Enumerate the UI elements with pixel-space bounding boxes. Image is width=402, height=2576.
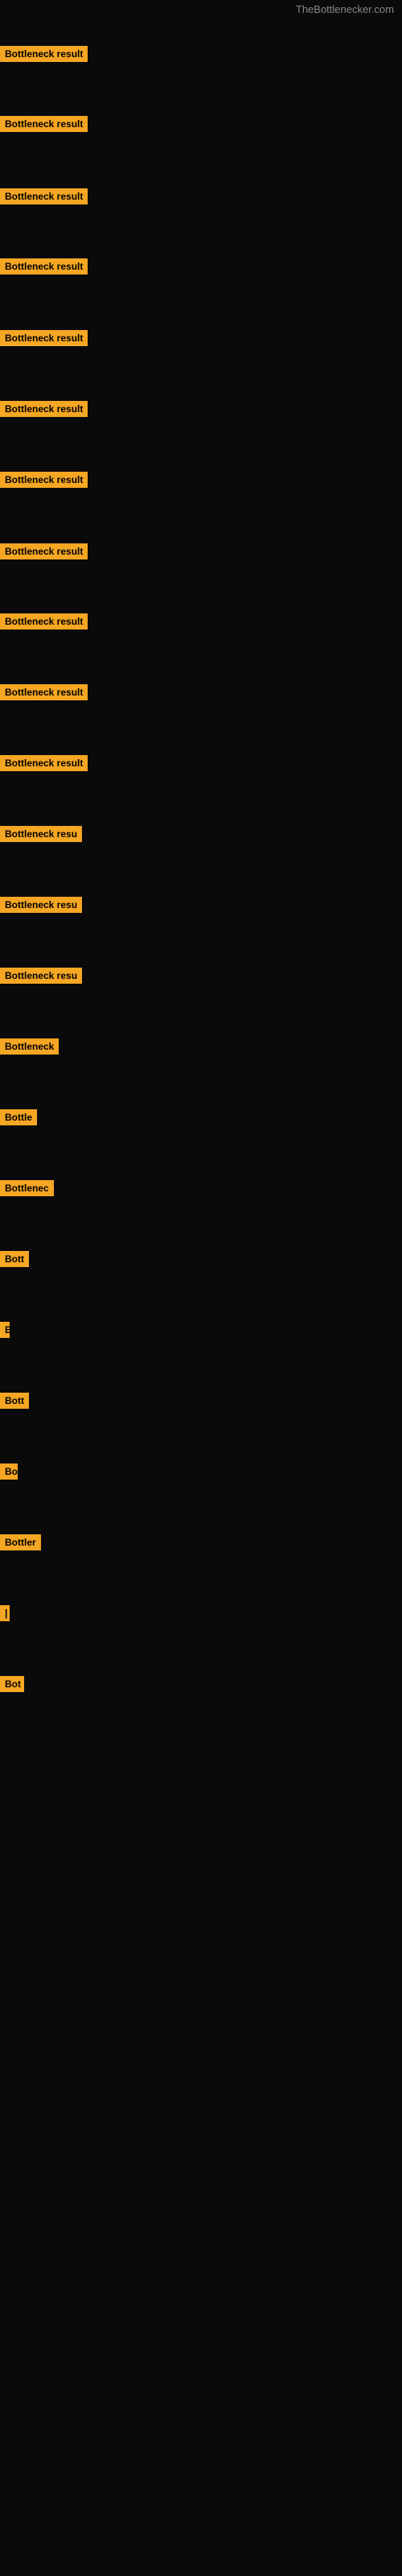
bottleneck-badge-11: Bottleneck result bbox=[0, 755, 88, 771]
bottleneck-badge-18: Bott bbox=[0, 1251, 29, 1267]
bottleneck-row-11: Bottleneck result bbox=[0, 755, 88, 775]
bottleneck-row-1: Bottleneck result bbox=[0, 46, 88, 66]
site-title: TheBottlenecker.com bbox=[0, 0, 402, 19]
bottleneck-row-6: Bottleneck result bbox=[0, 401, 88, 421]
bottleneck-row-18: Bott bbox=[0, 1251, 29, 1271]
bottleneck-row-13: Bottleneck resu bbox=[0, 897, 82, 917]
bottleneck-row-3: Bottleneck result bbox=[0, 188, 88, 208]
bottleneck-badge-21: Bo bbox=[0, 1463, 18, 1480]
bottleneck-row-2: Bottleneck result bbox=[0, 116, 88, 136]
bottleneck-badge-12: Bottleneck resu bbox=[0, 826, 82, 842]
bottleneck-badge-14: Bottleneck resu bbox=[0, 968, 82, 984]
bottleneck-row-14: Bottleneck resu bbox=[0, 968, 82, 988]
bottleneck-badge-22: Bottler bbox=[0, 1534, 41, 1550]
bottleneck-row-7: Bottleneck result bbox=[0, 472, 88, 492]
bottleneck-badge-4: Bottleneck result bbox=[0, 258, 88, 275]
bottleneck-row-5: Bottleneck result bbox=[0, 330, 88, 350]
bottleneck-badge-9: Bottleneck result bbox=[0, 613, 88, 630]
bottleneck-row-9: Bottleneck result bbox=[0, 613, 88, 634]
bottleneck-row-24: Bot bbox=[0, 1676, 24, 1696]
bottleneck-row-21: Bo bbox=[0, 1463, 18, 1484]
bottleneck-row-23: | bbox=[0, 1605, 10, 1625]
bottleneck-row-19: B bbox=[0, 1322, 10, 1342]
bottleneck-badge-19: B bbox=[0, 1322, 10, 1338]
bottleneck-badge-13: Bottleneck resu bbox=[0, 897, 82, 913]
bottleneck-row-4: Bottleneck result bbox=[0, 258, 88, 279]
bottleneck-badge-2: Bottleneck result bbox=[0, 116, 88, 132]
bottleneck-badge-3: Bottleneck result bbox=[0, 188, 88, 204]
bottleneck-row-17: Bottlenec bbox=[0, 1180, 54, 1200]
bottleneck-row-20: Bott bbox=[0, 1393, 29, 1413]
bottleneck-row-22: Bottler bbox=[0, 1534, 41, 1554]
bottleneck-badge-23: | bbox=[0, 1605, 10, 1621]
bottleneck-badge-10: Bottleneck result bbox=[0, 684, 88, 700]
bottleneck-row-8: Bottleneck result bbox=[0, 543, 88, 564]
bottleneck-row-10: Bottleneck result bbox=[0, 684, 88, 704]
bottleneck-row-16: Bottle bbox=[0, 1109, 37, 1129]
bottleneck-badge-7: Bottleneck result bbox=[0, 472, 88, 488]
bottleneck-badge-20: Bott bbox=[0, 1393, 29, 1409]
bottleneck-badge-1: Bottleneck result bbox=[0, 46, 88, 62]
bottleneck-badge-15: Bottleneck bbox=[0, 1038, 59, 1055]
bottleneck-badge-17: Bottlenec bbox=[0, 1180, 54, 1196]
bottleneck-row-12: Bottleneck resu bbox=[0, 826, 82, 846]
bottleneck-badge-8: Bottleneck result bbox=[0, 543, 88, 559]
bottleneck-badge-24: Bot bbox=[0, 1676, 24, 1692]
bottleneck-row-15: Bottleneck bbox=[0, 1038, 59, 1059]
bottleneck-badge-5: Bottleneck result bbox=[0, 330, 88, 346]
bottleneck-badge-16: Bottle bbox=[0, 1109, 37, 1125]
bottleneck-badge-6: Bottleneck result bbox=[0, 401, 88, 417]
